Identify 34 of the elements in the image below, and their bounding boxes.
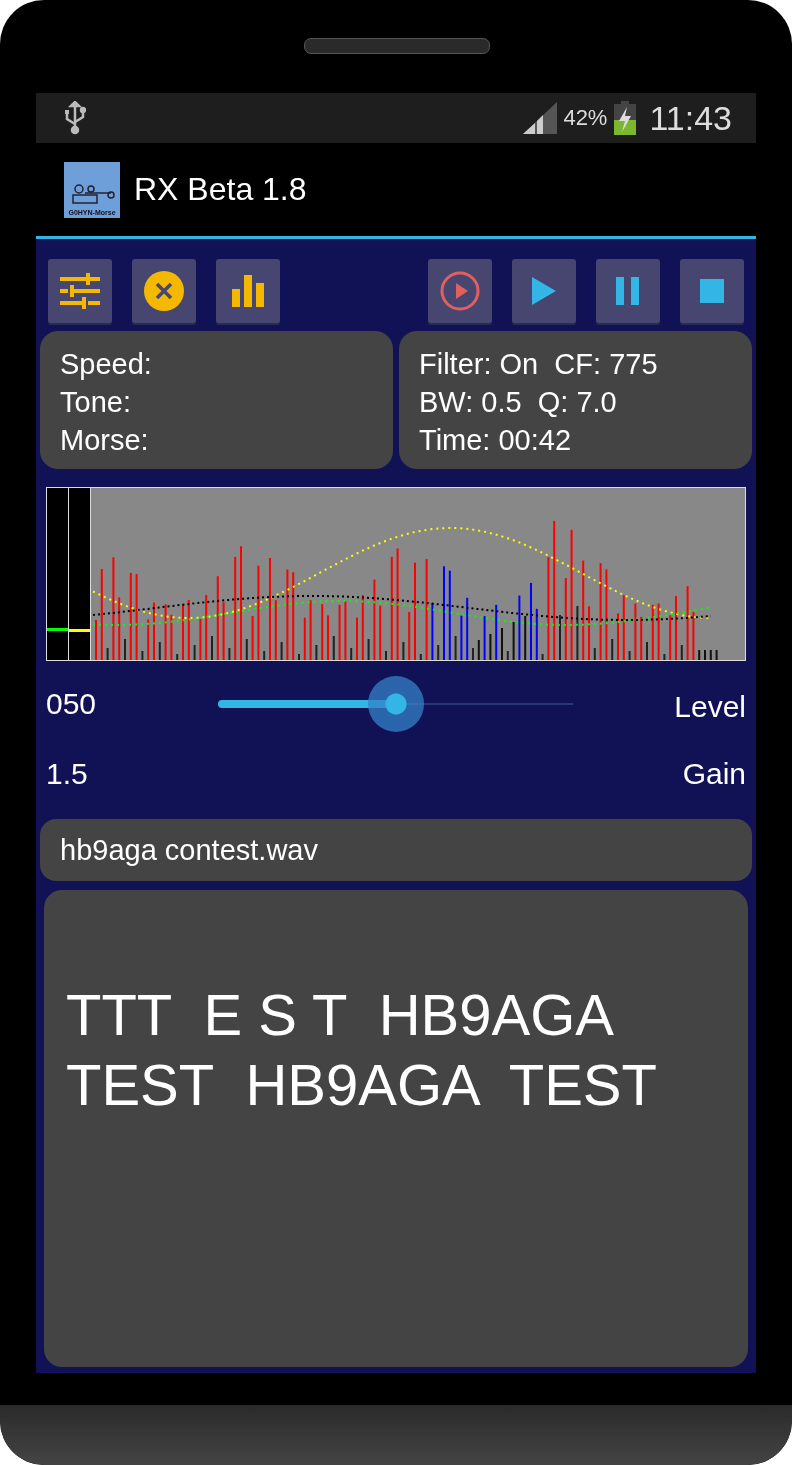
chart-button[interactable] xyxy=(216,259,280,323)
gain-value: 1.5 xyxy=(46,757,89,791)
level-slider[interactable] xyxy=(218,676,573,732)
info-label: Morse: xyxy=(60,423,150,458)
clear-icon xyxy=(144,271,184,311)
signal-icon xyxy=(523,102,558,134)
pause-icon xyxy=(616,277,640,305)
battery-charging-icon xyxy=(613,101,638,135)
stop-button[interactable] xyxy=(680,259,744,323)
sliders-icon xyxy=(60,273,100,309)
decoded-text: TTT E S T HB9AGA xyxy=(66,981,615,1049)
usb-icon xyxy=(64,101,86,135)
pause-button[interactable] xyxy=(596,259,660,323)
info-line: Filter: On CF: 775 xyxy=(419,347,659,382)
info-label: Tone: xyxy=(60,385,132,420)
info-line: Time: 00:42 xyxy=(419,423,573,458)
bar-chart-icon xyxy=(232,275,264,307)
settings-button[interactable] xyxy=(48,259,112,323)
info-line: BW: 0.5 Q: 7.0 xyxy=(419,385,618,420)
record-button[interactable] xyxy=(428,259,492,323)
app-title: RX Beta 1.8 xyxy=(134,171,307,208)
info-label: Speed: xyxy=(60,347,153,382)
decoded-text: TEST HB9AGA TEST xyxy=(66,1051,658,1119)
clock: 11:43 xyxy=(649,98,732,138)
play-icon xyxy=(532,277,556,305)
gain-label: Gain xyxy=(682,757,746,791)
clear-button[interactable] xyxy=(132,259,196,323)
stop-icon xyxy=(700,279,724,303)
level-value: 050 xyxy=(46,687,98,721)
level-label: Level xyxy=(674,689,746,724)
play-circle-icon xyxy=(440,271,480,311)
battery-percent: 42% xyxy=(563,105,608,131)
file-name: hb9aga contest.wav xyxy=(40,819,752,881)
play-button[interactable] xyxy=(512,259,576,323)
